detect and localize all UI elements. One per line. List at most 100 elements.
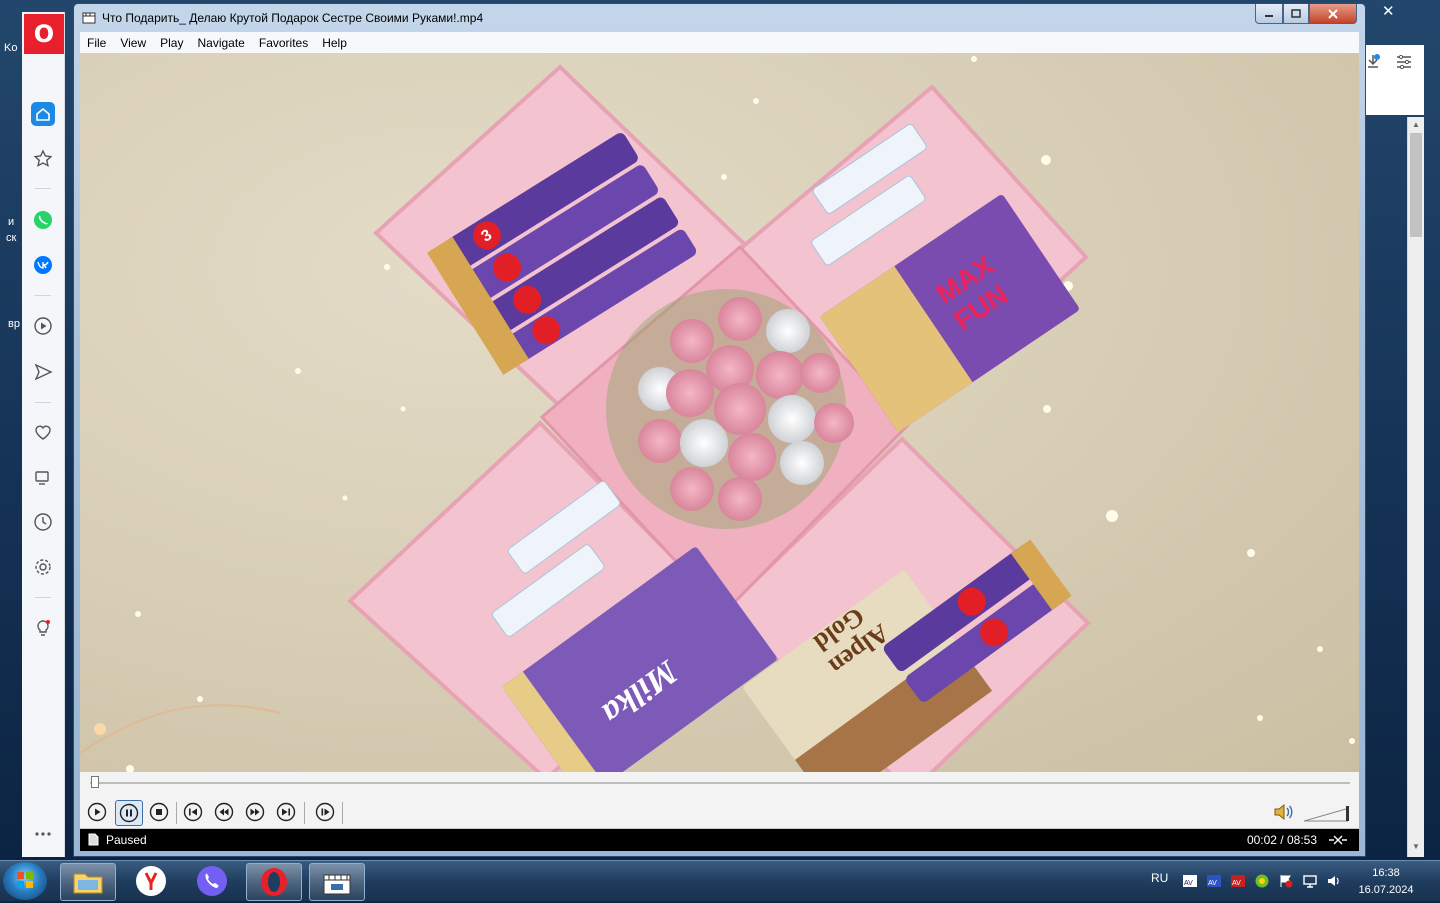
pause-button[interactable]	[115, 800, 143, 826]
av-blue-icon[interactable]: AV	[1206, 873, 1222, 889]
menu-navigate[interactable]: Navigate	[190, 36, 251, 50]
desktop-text-fragment: и	[8, 216, 15, 228]
close-button[interactable]	[1309, 4, 1357, 24]
skip-back-icon	[183, 802, 203, 822]
tabs-icon[interactable]	[31, 465, 55, 489]
settings-icon[interactable]	[31, 555, 55, 579]
history-icon[interactable]	[31, 510, 55, 534]
windows-logo-icon	[17, 872, 33, 888]
home-icon[interactable]	[31, 102, 55, 126]
maximize-icon	[1291, 9, 1301, 18]
browser-close-button[interactable]: ✕	[1382, 2, 1395, 20]
browser-toolbar-right	[1366, 45, 1424, 115]
stop-icon	[149, 802, 169, 822]
opera-sidebar: O	[22, 12, 65, 857]
scroll-down-icon[interactable]: ▼	[1408, 839, 1424, 853]
taskbar-yandex[interactable]	[124, 863, 178, 899]
status-dot-icon[interactable]	[1254, 873, 1270, 889]
seek-bar[interactable]	[80, 772, 1359, 796]
taskbar-media-player[interactable]	[309, 863, 365, 901]
svg-text:AV: AV	[1208, 880, 1217, 887]
previous-button[interactable]	[182, 801, 204, 823]
start-button[interactable]	[3, 862, 47, 900]
av-icon[interactable]: AV	[1182, 873, 1198, 889]
time-display: 00:02 / 08:53	[1246, 833, 1317, 847]
action-center-icon[interactable]	[1278, 873, 1294, 889]
svg-text:AV: AV	[1184, 880, 1193, 887]
rewind-button[interactable]	[213, 801, 235, 823]
fast-forward-button[interactable]	[244, 801, 266, 823]
seek-track[interactable]	[90, 782, 1350, 784]
heart-icon[interactable]	[31, 420, 55, 444]
opera-icon	[261, 868, 287, 896]
taskbar: RU AV AV AV 16:38 16.07.2024	[0, 860, 1440, 901]
rewind-icon	[214, 802, 234, 822]
playback-status: Paused	[106, 833, 147, 847]
clock-date: 16.07.2024	[1358, 884, 1414, 896]
speaker-icon[interactable]	[1272, 802, 1294, 822]
more-icon[interactable]	[31, 822, 55, 846]
viber-icon	[197, 866, 227, 896]
play-icon	[87, 802, 107, 822]
stream-icon	[1329, 835, 1347, 845]
language-indicator[interactable]: RU	[1151, 871, 1168, 885]
document-icon	[88, 833, 99, 846]
pause-icon	[119, 803, 139, 823]
tips-icon[interactable]	[31, 616, 55, 640]
scroll-up-icon[interactable]: ▲	[1408, 117, 1424, 131]
playback-controls	[80, 796, 1359, 829]
menu-file[interactable]: File	[80, 36, 113, 50]
fast-forward-icon	[245, 802, 265, 822]
stop-button[interactable]	[148, 801, 170, 823]
frame-step-icon	[315, 802, 335, 822]
opera-logo[interactable]: O	[24, 14, 64, 54]
frame-step-button[interactable]	[314, 801, 336, 823]
volume-slider[interactable]	[1304, 804, 1352, 822]
play-button[interactable]	[86, 801, 108, 823]
yandex-browser-icon	[136, 866, 166, 896]
taskbar-opera[interactable]	[246, 863, 302, 901]
minimize-button[interactable]	[1255, 4, 1283, 24]
menu-play[interactable]: Play	[153, 36, 190, 50]
minimize-icon	[1265, 14, 1273, 17]
whatsapp-icon[interactable]	[31, 208, 55, 232]
taskbar-viber[interactable]	[185, 863, 239, 899]
skip-forward-icon	[276, 802, 296, 822]
title-bar[interactable]: Что Подарить_ Делаю Крутой Подарок Сестр…	[74, 4, 1365, 32]
menu-view[interactable]: View	[113, 36, 153, 50]
maximize-button[interactable]	[1283, 4, 1309, 24]
speed-dial-icon[interactable]	[31, 147, 55, 171]
volume-tray-icon[interactable]	[1326, 873, 1342, 889]
av-red-icon[interactable]: AV	[1230, 873, 1246, 889]
menu-favorites[interactable]: Favorites	[252, 36, 315, 50]
download-icon[interactable]	[1366, 53, 1380, 69]
desktop-text-fragment: ск	[6, 232, 17, 244]
video-content: 3 MAX FUN Milka Alpen Gold	[80, 56, 1355, 772]
desktop-text-fragment: вр	[8, 318, 20, 330]
window-title: Что Подарить_ Делаю Крутой Подарок Сестр…	[102, 11, 484, 25]
page-scrollbar[interactable]: ▲ ▼	[1407, 117, 1424, 857]
folder-icon	[73, 873, 103, 894]
system-clock[interactable]: 16:38 16.07.2024	[1356, 865, 1416, 899]
status-bar: Paused 00:02 / 08:53	[80, 829, 1359, 851]
media-player-window: Что Подарить_ Делаю Крутой Подарок Сестр…	[73, 3, 1366, 857]
taskbar-explorer[interactable]	[60, 863, 116, 901]
network-icon[interactable]	[1302, 873, 1318, 889]
svg-text:AV: AV	[1232, 880, 1241, 887]
menu-icon[interactable]	[1396, 55, 1412, 69]
media-player-classic-icon	[323, 874, 351, 895]
video-frame[interactable]: 3 MAX FUN Milka Alpen Gold	[80, 53, 1359, 772]
app-icon	[82, 12, 96, 24]
scrollbar-thumb[interactable]	[1410, 133, 1422, 237]
close-icon	[1328, 8, 1338, 19]
menu-bar: File View Play Navigate Favorites Help	[80, 32, 1359, 54]
light-wire	[80, 704, 281, 754]
next-button[interactable]	[275, 801, 297, 823]
player-icon[interactable]	[31, 314, 55, 338]
clock-time: 16:38	[1372, 867, 1400, 879]
menu-help[interactable]: Help	[315, 36, 354, 50]
send-icon[interactable]	[31, 360, 55, 384]
seek-thumb[interactable]	[91, 776, 100, 788]
vk-icon[interactable]	[31, 253, 55, 277]
desktop-text-fragment: Ko	[4, 42, 18, 54]
